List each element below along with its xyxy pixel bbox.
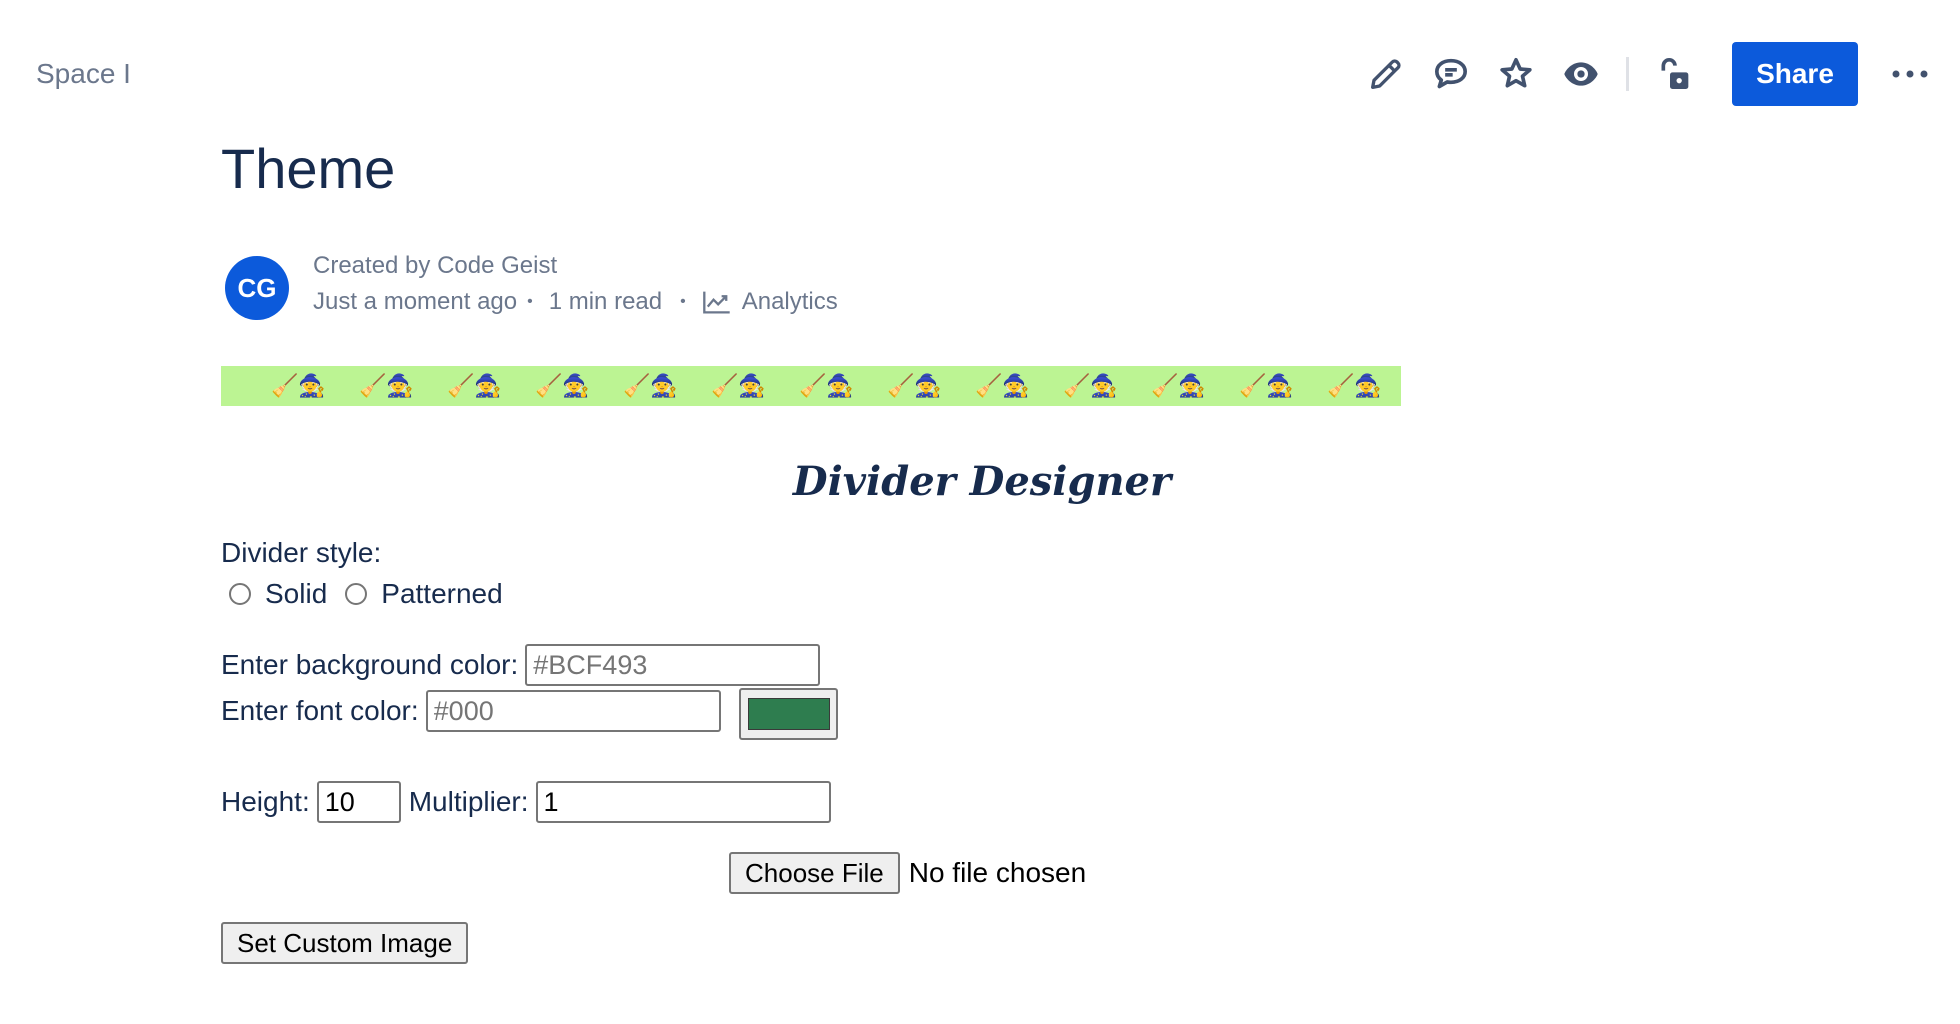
confluence-page: Space I Share Theme CG Created by Code G…	[0, 0, 1960, 1024]
height-label: Height:	[221, 786, 310, 817]
broom-witch-icon: 🧹🧙	[447, 373, 502, 398]
file-picker: Choose File No file chosen	[729, 852, 1086, 894]
radio-patterned-label[interactable]: Patterned	[381, 578, 502, 610]
broom-witch-icon: 🧹🧙	[271, 373, 326, 398]
broom-witch-icon: 🧹🧙	[711, 373, 766, 398]
divider-style-label: Divider style:	[221, 537, 382, 568]
font-color-swatch	[747, 698, 830, 730]
created-by: Created by Code Geist	[313, 252, 558, 279]
updated-time: Just a moment ago	[313, 288, 518, 315]
unlock-icon[interactable]	[1651, 50, 1699, 98]
analytics-label: Analytics	[741, 288, 838, 315]
broom-witch-icon: 🧹🧙	[1063, 373, 1118, 398]
separator-dot: •	[680, 293, 686, 310]
height-row: Height: Multiplier:	[221, 781, 831, 823]
designer-title: Divider Designer	[792, 458, 1172, 505]
font-color-picker[interactable]	[739, 688, 838, 740]
broom-witch-icon: 🧹🧙	[799, 373, 854, 398]
space-name[interactable]: Space I	[36, 58, 131, 90]
page-title: Theme	[221, 137, 396, 200]
analytics-icon	[702, 291, 730, 314]
radio-solid-label[interactable]: Solid	[265, 578, 327, 610]
toolbar-divider	[1626, 57, 1629, 91]
set-custom-image-button[interactable]: Set Custom Image	[221, 922, 469, 964]
star-icon[interactable]	[1492, 50, 1540, 98]
comment-icon[interactable]	[1427, 50, 1475, 98]
broom-witch-icon: 🧹🧙	[535, 373, 590, 398]
font-color-row: Enter font color:	[221, 690, 721, 732]
background-color-row: Enter background color:	[221, 644, 821, 686]
divider-preview: 🧹🧙 🧹🧙 🧹🧙 🧹🧙 🧹🧙 🧹🧙 🧹🧙 🧹🧙 🧹🧙 🧹🧙 🧹🧙 🧹🧙 🧹🧙	[221, 366, 1401, 406]
share-button[interactable]: Share	[1732, 42, 1858, 106]
broom-witch-icon: 🧹🧙	[887, 373, 942, 398]
analytics-link[interactable]: Analytics	[702, 288, 838, 316]
background-color-input[interactable]	[525, 644, 821, 686]
broom-witch-icon: 🧹🧙	[359, 373, 414, 398]
choose-file-button[interactable]: Choose File	[729, 852, 900, 894]
height-input[interactable]	[316, 781, 401, 823]
file-status: No file chosen	[908, 857, 1087, 888]
more-icon[interactable]	[1886, 50, 1934, 98]
broom-witch-icon: 🧹🧙	[1151, 373, 1206, 398]
broom-witch-icon: 🧹🧙	[1239, 373, 1294, 398]
avatar[interactable]: CG	[225, 256, 289, 320]
font-color-label: Enter font color:	[221, 695, 419, 726]
broom-witch-icon: 🧹🧙	[1327, 373, 1382, 398]
background-color-label: Enter background color:	[221, 649, 519, 680]
broom-witch-icon: 🧹🧙	[975, 373, 1030, 398]
radio-solid[interactable]	[229, 583, 251, 605]
radio-patterned[interactable]	[345, 583, 368, 605]
separator-dot: •	[527, 293, 533, 310]
edit-icon[interactable]	[1362, 50, 1410, 98]
font-color-input[interactable]	[425, 690, 721, 732]
divider-style-options: Solid Patterned	[229, 578, 521, 610]
page-toolbar: Share	[1362, 42, 1960, 106]
watch-icon[interactable]	[1557, 50, 1605, 98]
multiplier-input[interactable]	[535, 781, 831, 823]
multiplier-label: Multiplier:	[408, 786, 529, 817]
byline-meta: Just a moment ago • 1 min read • Analyti…	[313, 288, 838, 316]
read-time: 1 min read	[548, 288, 663, 315]
broom-witch-icon: 🧹🧙	[623, 373, 678, 398]
